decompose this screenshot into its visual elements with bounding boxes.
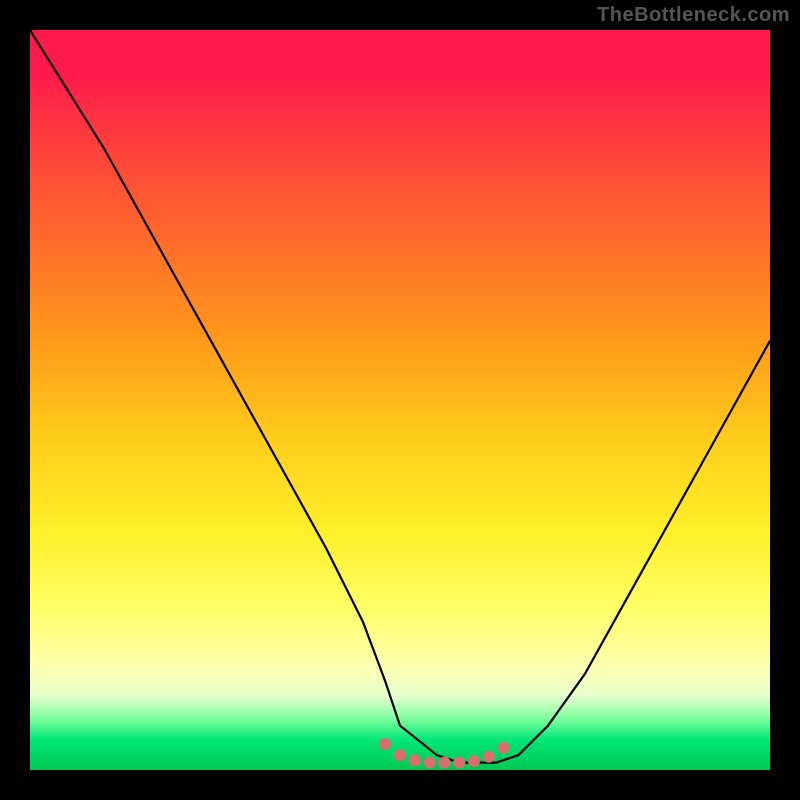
valley-dot — [483, 751, 495, 763]
chart-svg — [30, 30, 770, 770]
valley-dot — [468, 755, 480, 767]
valley-dot — [424, 757, 436, 769]
chart-frame: TheBottleneck.com — [0, 0, 800, 800]
valley-dot — [453, 757, 465, 769]
valley-dot — [394, 749, 406, 761]
valley-dot — [379, 738, 391, 750]
valley-dot — [409, 754, 421, 766]
bottleneck-curve — [30, 30, 770, 763]
valley-markers — [379, 738, 509, 769]
plot-area — [30, 30, 770, 770]
valley-dot — [438, 757, 450, 769]
watermark-text: TheBottleneck.com — [597, 4, 790, 27]
valley-dot — [498, 742, 510, 754]
